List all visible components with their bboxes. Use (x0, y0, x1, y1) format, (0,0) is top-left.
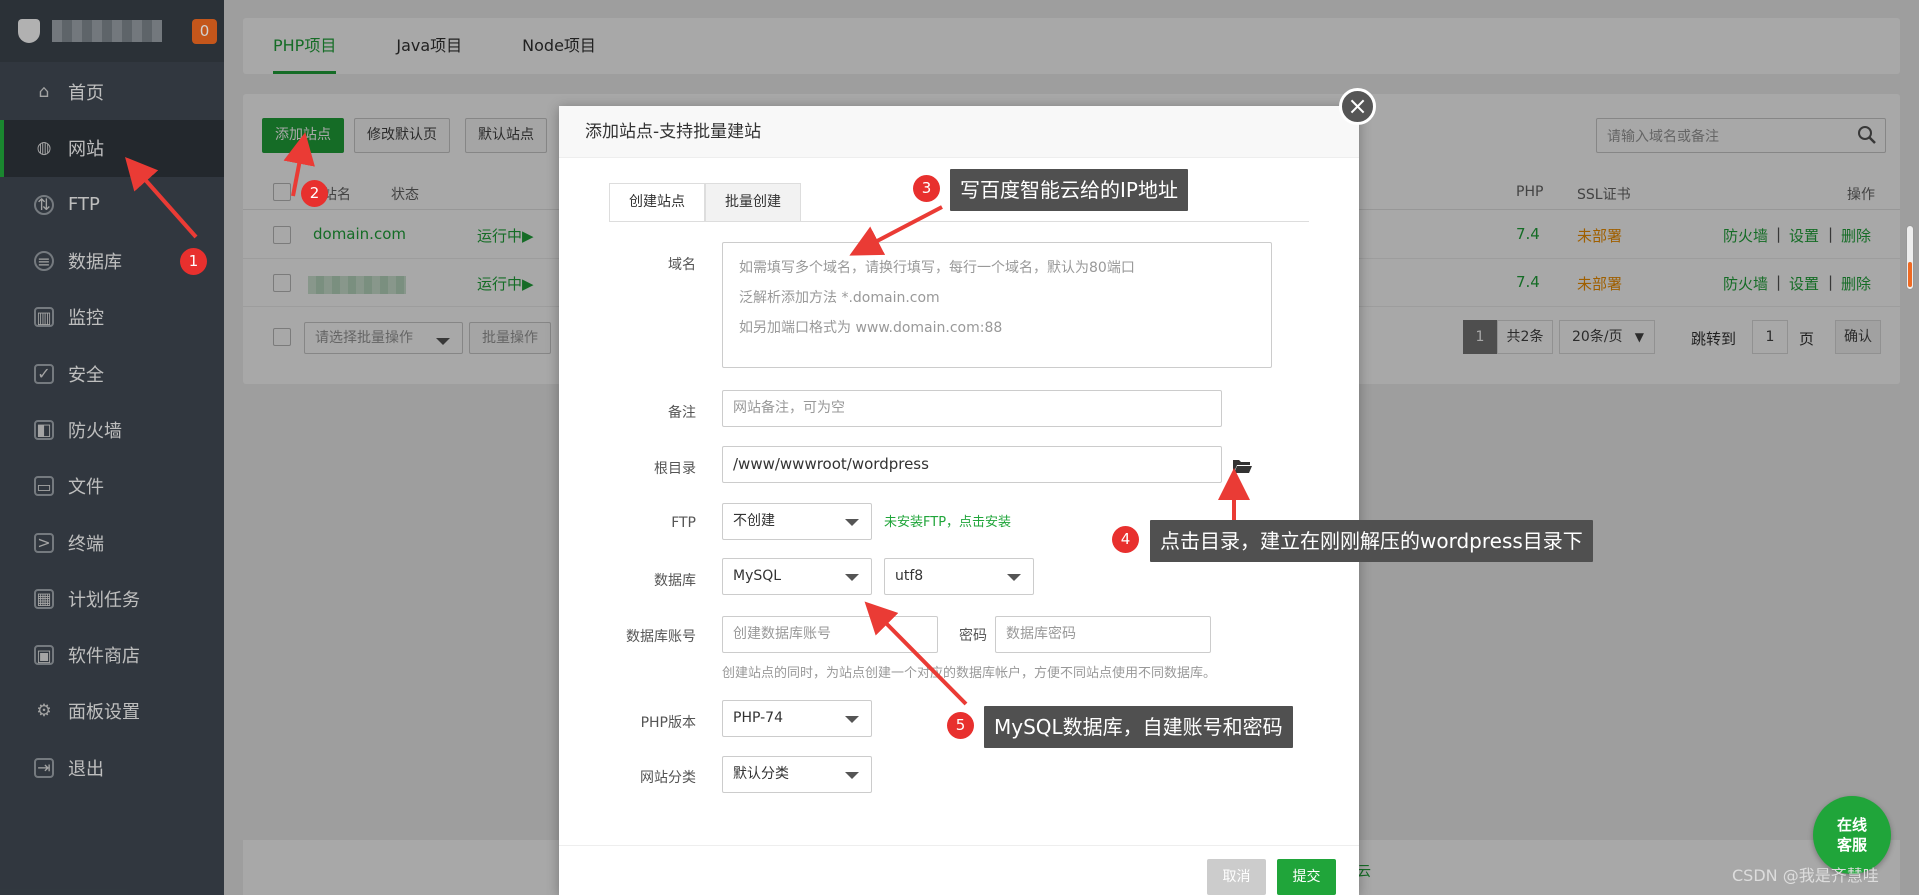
domain-placeholder-line: 如另加端口格式为 www.domain.com:88 (739, 320, 1003, 336)
add-site-dialog: 添加站点-支持批量建站 创建站点 批量创建 域名 如需填写多个域名，请换行填写，… (559, 106, 1359, 895)
tab-create-site[interactable]: 创建站点 (609, 183, 705, 222)
root-dir-label: 根目录 (654, 461, 696, 477)
domain-placeholder-line: 泛解析添加方法 *.domain.com (739, 290, 940, 306)
install-ftp-link[interactable]: 未安装FTP，点击安装 (884, 511, 1011, 530)
tab-batch-create[interactable]: 批量创建 (705, 183, 801, 222)
tab-underline (609, 221, 1309, 222)
page-scrollbar[interactable] (1906, 225, 1914, 290)
dialog-footer-divider (559, 845, 1359, 846)
root-dir-input[interactable]: /www/wwwroot/wordpress (722, 446, 1222, 483)
site-category-select[interactable]: 默认分类 (722, 756, 872, 793)
chat-line-2: 客服 (1836, 836, 1867, 854)
db-password-label: 密码 (959, 628, 987, 644)
database-label: 数据库 (654, 573, 696, 589)
domain-textarea[interactable]: 如需填写多个域名，请换行填写，每行一个域名，默认为80端口 泛解析添加方法 *.… (722, 242, 1272, 368)
chat-line-1: 在线 (1836, 816, 1867, 834)
submit-button[interactable]: 提交 (1277, 859, 1336, 895)
ftp-label: FTP (671, 515, 696, 531)
domain-placeholder-line: 如需填写多个域名，请换行填写，每行一个域名，默认为80端口 (739, 260, 1135, 276)
database-type-select[interactable]: MySQL (722, 558, 872, 595)
annotation-badge-4: 4 (1112, 526, 1139, 553)
ftp-select[interactable]: 不创建 (722, 503, 872, 540)
annotation-badge-5: 5 (947, 712, 974, 739)
dialog-title: 添加站点-支持批量建站 (559, 106, 1359, 158)
php-version-label: PHP版本 (640, 715, 696, 731)
site-category-label: 网站分类 (640, 770, 696, 786)
annotation-callout-3: 写百度智能云给的IP地址 (950, 169, 1188, 211)
annotation-badge-2: 2 (301, 180, 328, 207)
annotation-badge-3: 3 (913, 175, 940, 202)
db-username-input[interactable]: 创建数据库账号 (722, 616, 938, 653)
domain-label: 域名 (668, 257, 696, 273)
watermark: CSDN @我是齐慧哇 (1732, 866, 1879, 885)
annotation-callout-5: MySQL数据库，自建账号和密码 (984, 706, 1293, 748)
annotation-callout-4: 点击目录，建立在刚刚解压的wordpress目录下 (1150, 520, 1593, 562)
remark-label: 备注 (668, 405, 696, 421)
db-account-label: 数据库账号 (626, 629, 696, 645)
db-password-input[interactable]: 数据库密码 (995, 616, 1211, 653)
annotation-badge-1: 1 (180, 248, 207, 275)
php-version-select[interactable]: PHP-74 (722, 700, 872, 737)
cancel-button[interactable]: 取消 (1207, 859, 1266, 895)
db-account-hint: 创建站点的同时，为站点创建一个对应的数据库帐户，方便不同站点使用不同数据库。 (722, 666, 1217, 681)
remark-input[interactable]: 网站备注，可为空 (722, 390, 1222, 427)
sidebar-dim (0, 0, 224, 895)
close-icon[interactable]: × (1339, 88, 1376, 125)
dialog-tabs: 创建站点 批量创建 (609, 183, 801, 222)
folder-open-icon[interactable] (1232, 458, 1252, 474)
database-charset-select[interactable]: utf8 (884, 558, 1034, 595)
